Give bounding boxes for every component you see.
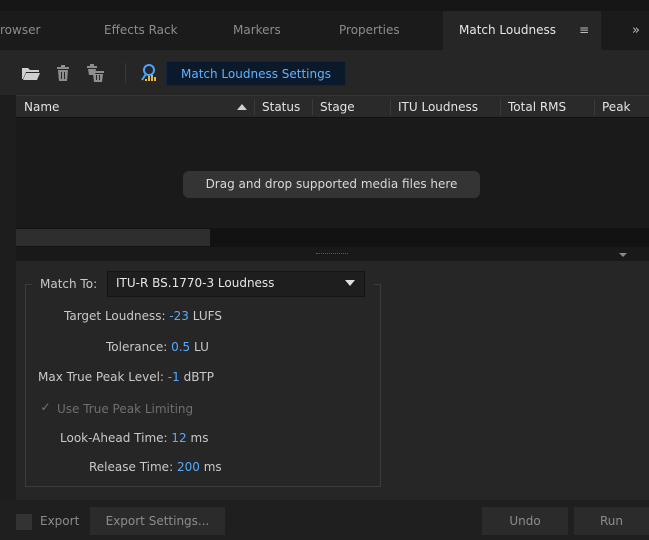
sort-ascending-icon [237,104,247,110]
look-ahead-label: Look-Ahead Time: [60,431,168,445]
tab-label: Markers [233,23,281,37]
undo-button[interactable]: Undo [482,507,568,535]
column-header-peak[interactable]: Peak [602,96,631,118]
column-header-stage[interactable]: Stage [320,96,355,118]
look-ahead-value[interactable]: 12 [171,431,186,445]
tab-label: Effects Rack [104,23,178,37]
release-time-label: Release Time: [89,460,174,474]
use-true-peak-limiting-label: Use True Peak Limiting [57,402,194,416]
tab-overflow-icon[interactable]: » [632,11,640,50]
use-true-peak-limiting-checkbox[interactable]: ✓ [39,401,52,414]
tab-menu-icon[interactable]: ≡ [579,11,589,50]
trash-all-icon[interactable] [84,62,106,84]
target-loudness-unit: LUFS [192,309,222,323]
look-ahead-row: Look-Ahead Time: 12 ms [60,431,208,445]
column-divider[interactable] [390,99,391,115]
export-settings-button[interactable]: Export Settings... [90,507,225,535]
tab-properties[interactable]: Properties [339,11,400,50]
tab-markers[interactable]: Markers [233,11,281,50]
export-label[interactable]: Export [40,514,79,528]
splitter-grip-icon[interactable] [316,253,348,255]
look-ahead-unit: ms [190,431,209,445]
trash-icon[interactable] [52,62,74,84]
target-loudness-label: Target Loudness: [64,309,166,323]
folder-open-icon[interactable] [20,62,42,84]
tab-bar-top-strip [0,0,649,11]
tolerance-unit: LU [194,340,209,354]
release-time-value[interactable]: 200 [177,460,200,474]
max-true-peak-row: Max True Peak Level: -1 dBTP [38,370,214,384]
match-loudness-settings-button[interactable]: Match Loudness Settings [166,61,346,86]
match-to-label: Match To: [40,277,98,291]
tab-label: rowser [0,23,41,37]
column-header-total-rms[interactable]: Total RMS [508,96,566,118]
release-time-unit: ms [203,460,222,474]
column-divider[interactable] [312,99,313,115]
drop-hint: Drag and drop supported media files here [183,171,480,198]
tolerance-label: Tolerance: [106,340,168,354]
scan-icon[interactable] [138,62,160,84]
tab-label: Match Loudness [459,23,556,37]
collapse-arrow-icon[interactable] [619,253,627,257]
toolbar-separator [125,63,126,83]
horizontal-scrollbar-thumb[interactable] [16,229,210,246]
export-checkbox[interactable] [16,514,32,530]
column-header-itu-loudness[interactable]: ITU Loudness [398,96,478,118]
tolerance-row: Tolerance: 0.5 LU [106,340,209,354]
chevron-down-icon[interactable] [345,280,355,286]
tab-label: Properties [339,23,400,37]
match-to-value: ITU-R BS.1770-3 Loudness [116,276,275,290]
release-time-row: Release Time: 200 ms [89,460,222,474]
run-button[interactable]: Run [574,507,649,535]
target-loudness-value[interactable]: -23 [169,309,189,323]
tab-effects-rack[interactable]: Effects Rack [104,11,178,50]
tab-match-loudness[interactable]: Match Loudness ≡ [443,11,601,50]
file-table-header: Name Status Stage ITU Loudness Total RMS… [16,95,649,118]
column-divider[interactable] [594,99,595,115]
max-true-peak-label: Max True Peak Level: [38,370,164,384]
column-divider[interactable] [254,99,255,115]
column-header-status[interactable]: Status [262,96,300,118]
max-true-peak-value[interactable]: -1 [168,370,180,384]
tab-media-browser[interactable]: rowser [0,11,40,50]
target-loudness-row: Target Loudness: -23 LUFS [64,309,222,323]
tolerance-value[interactable]: 0.5 [171,340,190,354]
max-true-peak-unit: dBTP [183,370,214,384]
column-header-name[interactable]: Name [24,96,59,118]
column-divider[interactable] [500,99,501,115]
